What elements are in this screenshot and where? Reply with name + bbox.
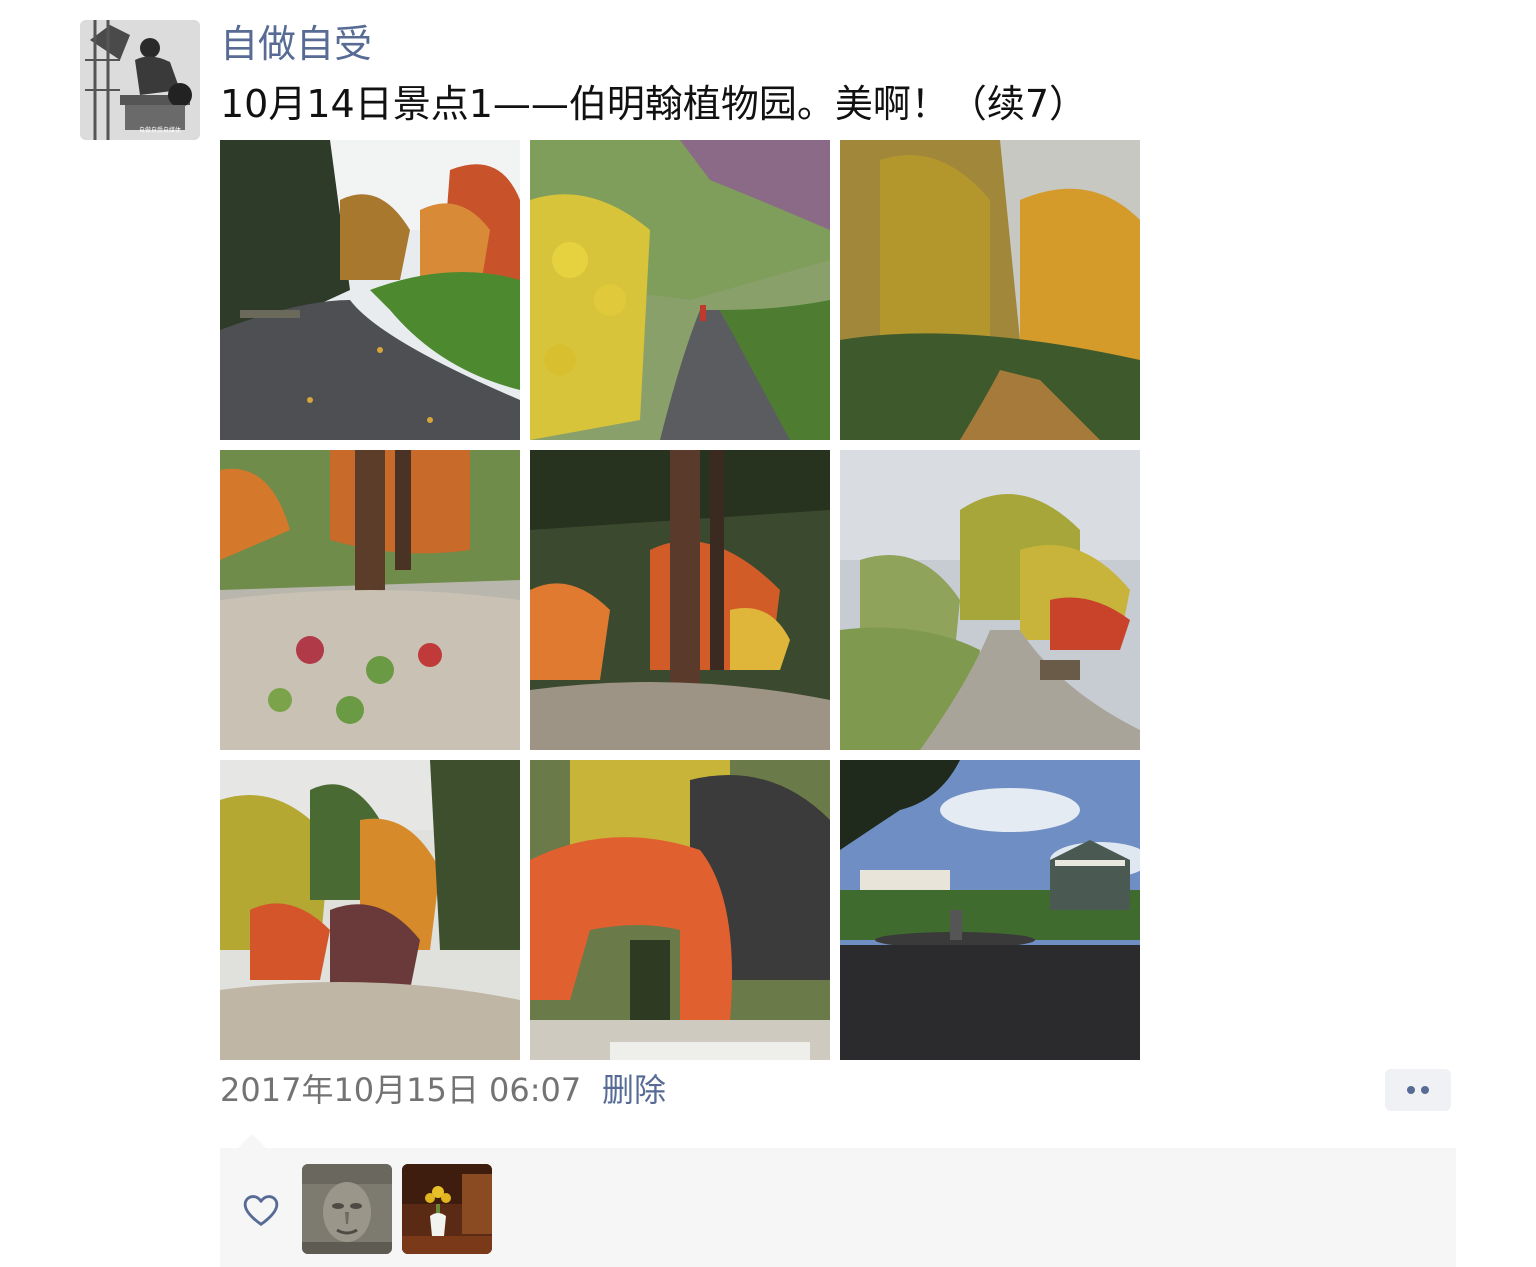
author-avatar[interactable]: 自做自受自媒体 (80, 20, 200, 140)
more-dots-icon (1421, 1086, 1429, 1094)
author-name[interactable]: 自做自受 (220, 18, 372, 70)
photo-yellow-trees-path[interactable] (840, 140, 1140, 440)
more-options-button[interactable] (1385, 1069, 1451, 1111)
post-text: 10月14日景点1——伯明翰植物园。美啊！（续7） (220, 82, 1088, 126)
liker-avatar-stone-face[interactable] (302, 1164, 392, 1254)
heart-outline-icon (243, 1195, 279, 1226)
photo-grid (220, 140, 1140, 1060)
photo-rock-garden-shrubs[interactable] (220, 760, 520, 1060)
photo-rock-garden-tree-trunks[interactable] (220, 450, 520, 750)
post-timestamp: 2017年10月15日 06:07 (220, 1071, 582, 1109)
more-dots-icon (1407, 1086, 1415, 1094)
photo-red-japanese-maple[interactable] (530, 760, 830, 1060)
photo-orange-maple-trunk[interactable] (530, 450, 830, 750)
photo-garden-path-bench[interactable] (840, 450, 1140, 750)
avatar-image: 自做自受自媒体 (80, 20, 200, 140)
photo-path-yellow-leaves[interactable] (530, 140, 830, 440)
avatar-caption: 自做自受自媒体 (139, 126, 181, 134)
photo-fountain-bandstand[interactable] (840, 760, 1140, 1060)
photo-path-lawn-autumn-trees[interactable] (220, 140, 520, 440)
liker-avatar-flower-vase[interactable] (402, 1164, 492, 1254)
delete-post-link[interactable]: 删除 (602, 1068, 666, 1112)
